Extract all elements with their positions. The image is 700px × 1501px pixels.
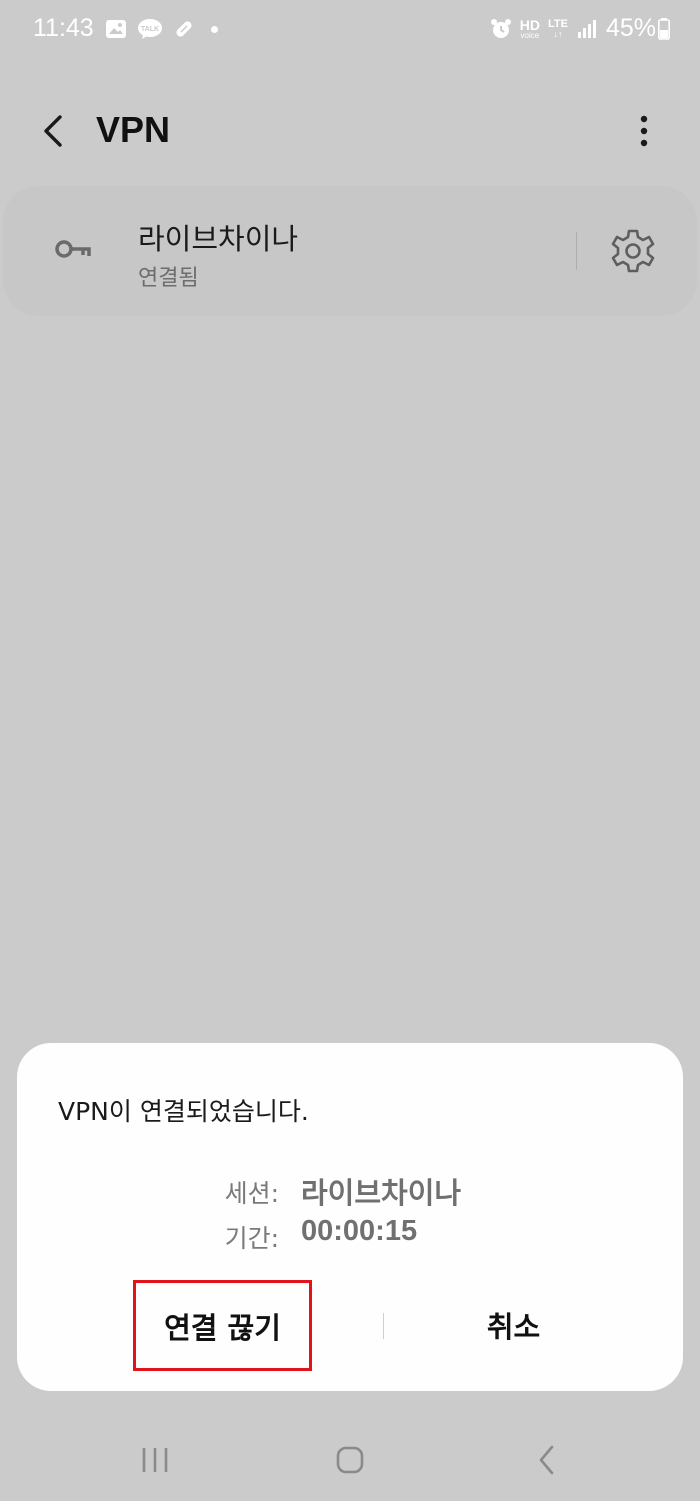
status-bar: 11:43 TALK HD voice LTE ↓↑ 45% [0, 0, 700, 62]
signal-icon [577, 19, 596, 38]
system-status-icons: HD voice LTE ↓↑ 45% [490, 14, 670, 43]
vpn-profile-item[interactable]: 라이브차이나 연결됨 [3, 186, 697, 316]
lte-indicator: LTE ↓↑ [547, 17, 568, 39]
pill-icon [176, 21, 192, 37]
vpn-profile-name: 라이브차이나 [138, 222, 299, 256]
recent-apps-icon[interactable] [138, 1438, 172, 1482]
duration-value: 00:00:15 [301, 1215, 418, 1247]
svg-text:TALK: TALK [141, 26, 159, 33]
cancel-button[interactable]: 취소 [421, 1280, 606, 1370]
vpn-connected-dialog: VPN이 연결되었습니다. 세션: 라이브차이나 기간: 00:00:15 연결… [17, 1043, 683, 1391]
battery-percent: 45% [605, 14, 656, 42]
talk-icon: TALK [138, 19, 162, 39]
alarm-icon [490, 18, 511, 38]
home-icon[interactable] [332, 1438, 368, 1482]
notification-icons: TALK [105, 18, 218, 40]
vpn-connection-status: 연결됨 [138, 266, 199, 291]
gear-icon[interactable] [608, 226, 658, 276]
back-button[interactable] [36, 111, 72, 151]
duration-label: 기간: [224, 1224, 279, 1253]
session-label: 세션: [224, 1179, 279, 1208]
key-icon [55, 240, 91, 258]
more-options-icon[interactable] [628, 113, 660, 149]
app-header: VPN [0, 95, 700, 167]
status-time: 11:43 [33, 14, 94, 42]
dialog-title: VPN이 연결되었습니다. [58, 1097, 309, 1126]
hd-voice-indicator: HD voice [519, 16, 540, 40]
button-divider [383, 1313, 384, 1339]
gallery-icon [106, 20, 126, 38]
duration-row: 기간: 00:00:15 [17, 1215, 683, 1255]
page-title: VPN [96, 109, 171, 150]
divider [576, 232, 577, 270]
navigation-bar [0, 1420, 700, 1501]
session-row: 세션: 라이브차이나 [17, 1170, 683, 1210]
data-arrows-icon: ↓↑ [553, 28, 563, 39]
back-icon[interactable] [532, 1438, 562, 1482]
session-value: 라이브차이나 [301, 1178, 462, 1210]
disconnect-button[interactable]: 연결 끊기 [133, 1280, 312, 1371]
more-notifications-dot [211, 25, 218, 33]
battery-icon [658, 17, 670, 40]
